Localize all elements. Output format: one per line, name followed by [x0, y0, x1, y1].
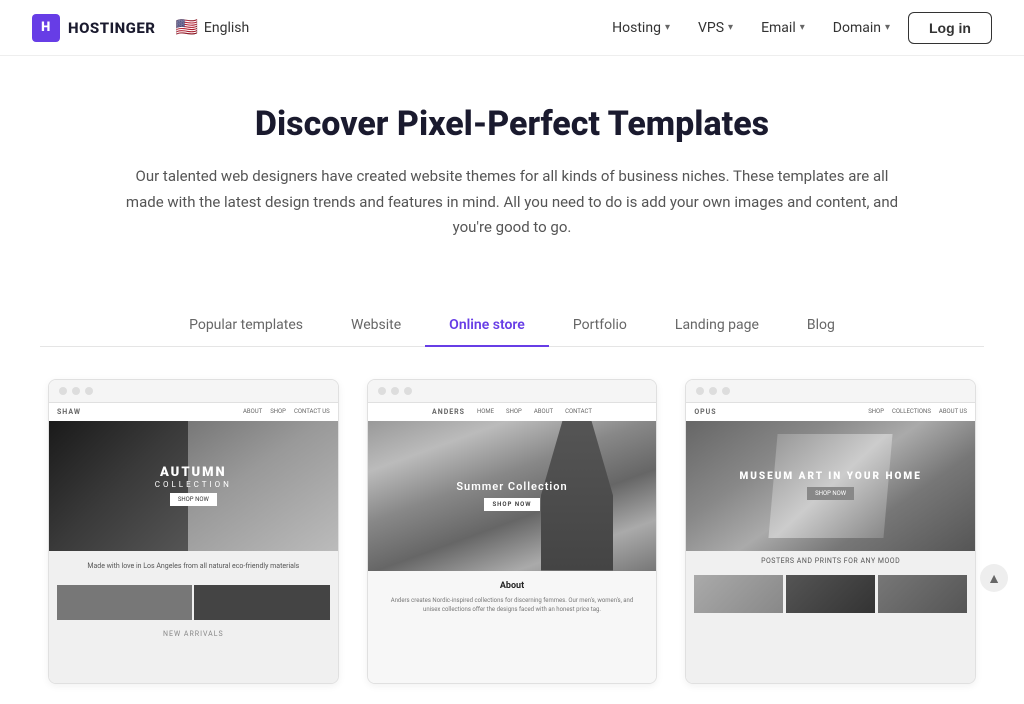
- browser-bar: [368, 380, 657, 403]
- chevron-down-icon: ▾: [885, 22, 890, 33]
- tab-online-store[interactable]: Online store: [425, 305, 549, 347]
- template-card-anders[interactable]: ANDERS HOME SHOP ABOUT CONTACT Summer Co…: [367, 379, 658, 684]
- chevron-down-icon: ▾: [800, 22, 805, 33]
- mockup-hero-image: Summer Collection SHOP NOW: [368, 421, 657, 571]
- nav-domain[interactable]: Domain ▾: [823, 12, 900, 44]
- mockup-hero-image: MUSEUM ART IN YOUR HOME SHOP NOW: [686, 421, 975, 551]
- template-preview-anders: ANDERS HOME SHOP ABOUT CONTACT Summer Co…: [368, 403, 657, 683]
- template-card-opus[interactable]: OPUS SHOP COLLECTIONS ABOUT US MUSEUM AR…: [685, 379, 976, 684]
- nav-vps[interactable]: VPS ▾: [688, 12, 743, 44]
- template-preview-opus: OPUS SHOP COLLECTIONS ABOUT US MUSEUM AR…: [686, 403, 975, 683]
- navbar: H HOSTINGER 🇺🇸 English Hosting ▾ VPS ▾ E…: [0, 0, 1024, 56]
- nav-email[interactable]: Email ▾: [751, 12, 815, 44]
- hero-section: Discover Pixel-Perfect Templates Our tal…: [0, 56, 1024, 305]
- browser-dot-green: [404, 387, 412, 395]
- browser-dot-red: [59, 387, 67, 395]
- mockup-grid-img: [194, 585, 329, 620]
- tab-popular-templates[interactable]: Popular templates: [165, 305, 327, 347]
- templates-grid: SHAW ABOUT SHOP CONTACT US AUTUMN COLLEC…: [0, 347, 1024, 704]
- nav-left: H HOSTINGER 🇺🇸 English: [32, 14, 249, 42]
- mockup-nav: ANDERS HOME SHOP ABOUT CONTACT: [368, 403, 657, 421]
- mockup-hero-image: AUTUMN COLLECTION SHOP NOW: [49, 421, 338, 551]
- browser-bar: [49, 380, 338, 403]
- browser-dot-green: [85, 387, 93, 395]
- mockup-grid-img: [694, 575, 783, 613]
- browser-dot-green: [722, 387, 730, 395]
- browser-dot-red: [696, 387, 704, 395]
- tab-portfolio[interactable]: Portfolio: [549, 305, 651, 347]
- mockup-grid-img: [57, 585, 192, 620]
- flag-icon: 🇺🇸: [175, 17, 197, 38]
- hero-description: Our talented web designers have created …: [122, 164, 902, 241]
- browser-dot-yellow: [391, 387, 399, 395]
- tab-landing-page[interactable]: Landing page: [651, 305, 783, 347]
- mockup-nav: SHAW ABOUT SHOP CONTACT US: [49, 403, 338, 421]
- page-title: Discover Pixel-Perfect Templates: [40, 104, 984, 144]
- chevron-down-icon: ▾: [728, 22, 733, 33]
- mockup-grid-img: [878, 575, 967, 613]
- tab-website[interactable]: Website: [327, 305, 425, 347]
- tab-blog[interactable]: Blog: [783, 305, 859, 347]
- browser-dot-yellow: [72, 387, 80, 395]
- template-preview-shaw: SHAW ABOUT SHOP CONTACT US AUTUMN COLLEC…: [49, 403, 338, 683]
- browser-dot-red: [378, 387, 386, 395]
- logo-icon: H: [32, 14, 60, 42]
- language-selector[interactable]: 🇺🇸 English: [175, 17, 249, 38]
- template-card-shaw[interactable]: SHAW ABOUT SHOP CONTACT US AUTUMN COLLEC…: [48, 379, 339, 684]
- mockup-nav: OPUS SHOP COLLECTIONS ABOUT US: [686, 403, 975, 421]
- chevron-down-icon: ▾: [665, 22, 670, 33]
- mockup-grid-img: [786, 575, 875, 613]
- brand-name: HOSTINGER: [68, 19, 155, 37]
- scroll-to-top-button[interactable]: ▲: [980, 564, 1008, 592]
- nav-hosting[interactable]: Hosting ▾: [602, 12, 680, 44]
- nav-right: Hosting ▾ VPS ▾ Email ▾ Domain ▾ Log in: [602, 12, 992, 44]
- login-button[interactable]: Log in: [908, 12, 992, 44]
- logo[interactable]: H HOSTINGER: [32, 14, 155, 42]
- category-tabs: Popular templates Website Online store P…: [40, 305, 984, 347]
- lang-label: English: [204, 20, 249, 36]
- browser-bar: [686, 380, 975, 403]
- browser-dot-yellow: [709, 387, 717, 395]
